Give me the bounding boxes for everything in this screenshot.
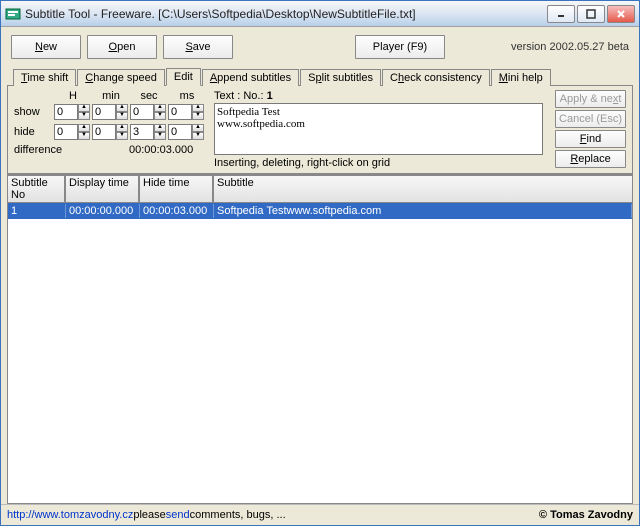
tab-check[interactable]: Check consistency (382, 69, 490, 86)
text-area-wrap: Text : No.: 1 Inserting, deleting, right… (214, 90, 543, 171)
spin-down[interactable]: ▼ (78, 112, 90, 120)
spin-up[interactable]: ▲ (78, 124, 90, 132)
show-h-input[interactable] (54, 104, 78, 120)
cell-disp: 00:00:00.000 (66, 204, 140, 218)
content-area: New Open Save Player (F9) version 2002.0… (1, 27, 639, 504)
footer-text1: please (133, 509, 165, 521)
tab-split[interactable]: Split subtitles (300, 69, 381, 86)
header-ms: ms (168, 90, 206, 102)
maximize-button[interactable] (577, 5, 605, 23)
tab-edit[interactable]: Edit (166, 68, 201, 86)
save-button[interactable]: Save (163, 35, 233, 59)
header-sec: sec (130, 90, 168, 102)
show-ms-input[interactable] (168, 104, 192, 120)
spin-up[interactable]: ▲ (116, 104, 128, 112)
spin-up[interactable]: ▲ (154, 104, 166, 112)
app-window: Subtitle Tool - Freeware. [C:\Users\Soft… (0, 0, 640, 526)
spin-up[interactable]: ▲ (192, 104, 204, 112)
edit-panel: H min sec ms show ▲▼ ▲▼ ▲▼ ▲▼ hide ▲▼ ▲▼… (7, 86, 633, 174)
tab-time-shift[interactable]: Time shift (13, 69, 76, 86)
side-buttons: Apply & next Cancel (Esc) Find Replace (551, 90, 626, 171)
spin-down[interactable]: ▼ (154, 112, 166, 120)
apply-next-button[interactable]: Apply & next (555, 90, 626, 108)
cell-hide: 00:00:03.000 (140, 204, 214, 218)
difference-label: difference (14, 144, 69, 156)
spin-down[interactable]: ▼ (78, 132, 90, 140)
spin-up[interactable]: ▲ (192, 124, 204, 132)
hide-sec-input[interactable] (130, 124, 154, 140)
subtitle-text-input[interactable] (214, 103, 543, 155)
spin-down[interactable]: ▼ (154, 132, 166, 140)
status-bar: http://www.tomzavodny.cz please send com… (1, 504, 639, 525)
col-hide-time[interactable]: Hide time (139, 175, 213, 203)
minimize-button[interactable] (547, 5, 575, 23)
new-button[interactable]: New (11, 35, 81, 59)
col-subtitle[interactable]: Subtitle (213, 175, 633, 203)
footer-text2: comments, bugs, ... (190, 509, 286, 521)
hide-label: hide (14, 126, 54, 138)
cancel-button[interactable]: Cancel (Esc) (555, 110, 626, 128)
col-display-time[interactable]: Display time (65, 175, 139, 203)
difference-value: 00:00:03.000 (129, 144, 193, 156)
send-link[interactable]: send (166, 509, 190, 521)
version-label: version 2002.05.27 beta (511, 41, 629, 53)
open-button[interactable]: Open (87, 35, 157, 59)
tab-change-speed[interactable]: Change speed (77, 69, 165, 86)
text-header: Text : No.: 1 (214, 90, 543, 103)
hide-ms-input[interactable] (168, 124, 192, 140)
subtitle-no: 1 (267, 90, 273, 102)
replace-button[interactable]: Replace (555, 150, 626, 168)
titlebar: Subtitle Tool - Freeware. [C:\Users\Soft… (1, 1, 639, 27)
app-icon (5, 6, 21, 22)
show-label: show (14, 106, 54, 118)
spin-down[interactable]: ▼ (192, 132, 204, 140)
hide-h-input[interactable] (54, 124, 78, 140)
hint-text: Inserting, deleting, right-click on grid (214, 155, 543, 171)
col-subtitle-no[interactable]: Subtitle No (7, 175, 65, 203)
homepage-link[interactable]: http://www.tomzavodny.cz (7, 509, 133, 521)
header-h: H (54, 90, 92, 102)
time-grid: H min sec ms show ▲▼ ▲▼ ▲▼ ▲▼ hide ▲▼ ▲▼… (14, 90, 206, 171)
spin-down[interactable]: ▼ (116, 132, 128, 140)
find-button[interactable]: Find (555, 130, 626, 148)
spin-up[interactable]: ▲ (154, 124, 166, 132)
header-min: min (92, 90, 130, 102)
spin-down[interactable]: ▼ (116, 112, 128, 120)
window-title: Subtitle Tool - Freeware. [C:\Users\Soft… (25, 7, 547, 21)
tab-help[interactable]: Mini help (491, 69, 551, 86)
grid-body[interactable]: 1 00:00:00.000 00:00:03.000 Softpedia Te… (7, 203, 633, 504)
window-controls (547, 5, 635, 23)
show-min-input[interactable] (92, 104, 116, 120)
cell-no: 1 (8, 204, 66, 218)
spin-down[interactable]: ▼ (192, 112, 204, 120)
grid-header: Subtitle No Display time Hide time Subti… (7, 174, 633, 203)
show-sec-input[interactable] (130, 104, 154, 120)
hide-min-input[interactable] (92, 124, 116, 140)
table-row[interactable]: 1 00:00:00.000 00:00:03.000 Softpedia Te… (8, 203, 632, 219)
tab-append[interactable]: Append subtitles (202, 69, 299, 86)
tab-bar: Time shift Change speed Edit Append subt… (7, 61, 633, 86)
main-toolbar: New Open Save Player (F9) version 2002.0… (7, 33, 633, 61)
spin-up[interactable]: ▲ (116, 124, 128, 132)
player-button[interactable]: Player (F9) (355, 35, 445, 59)
copyright: © Tomas Zavodny (539, 509, 633, 521)
cell-sub: Softpedia Testwww.softpedia.com (214, 204, 632, 218)
spin-up[interactable]: ▲ (78, 104, 90, 112)
close-button[interactable] (607, 5, 635, 23)
